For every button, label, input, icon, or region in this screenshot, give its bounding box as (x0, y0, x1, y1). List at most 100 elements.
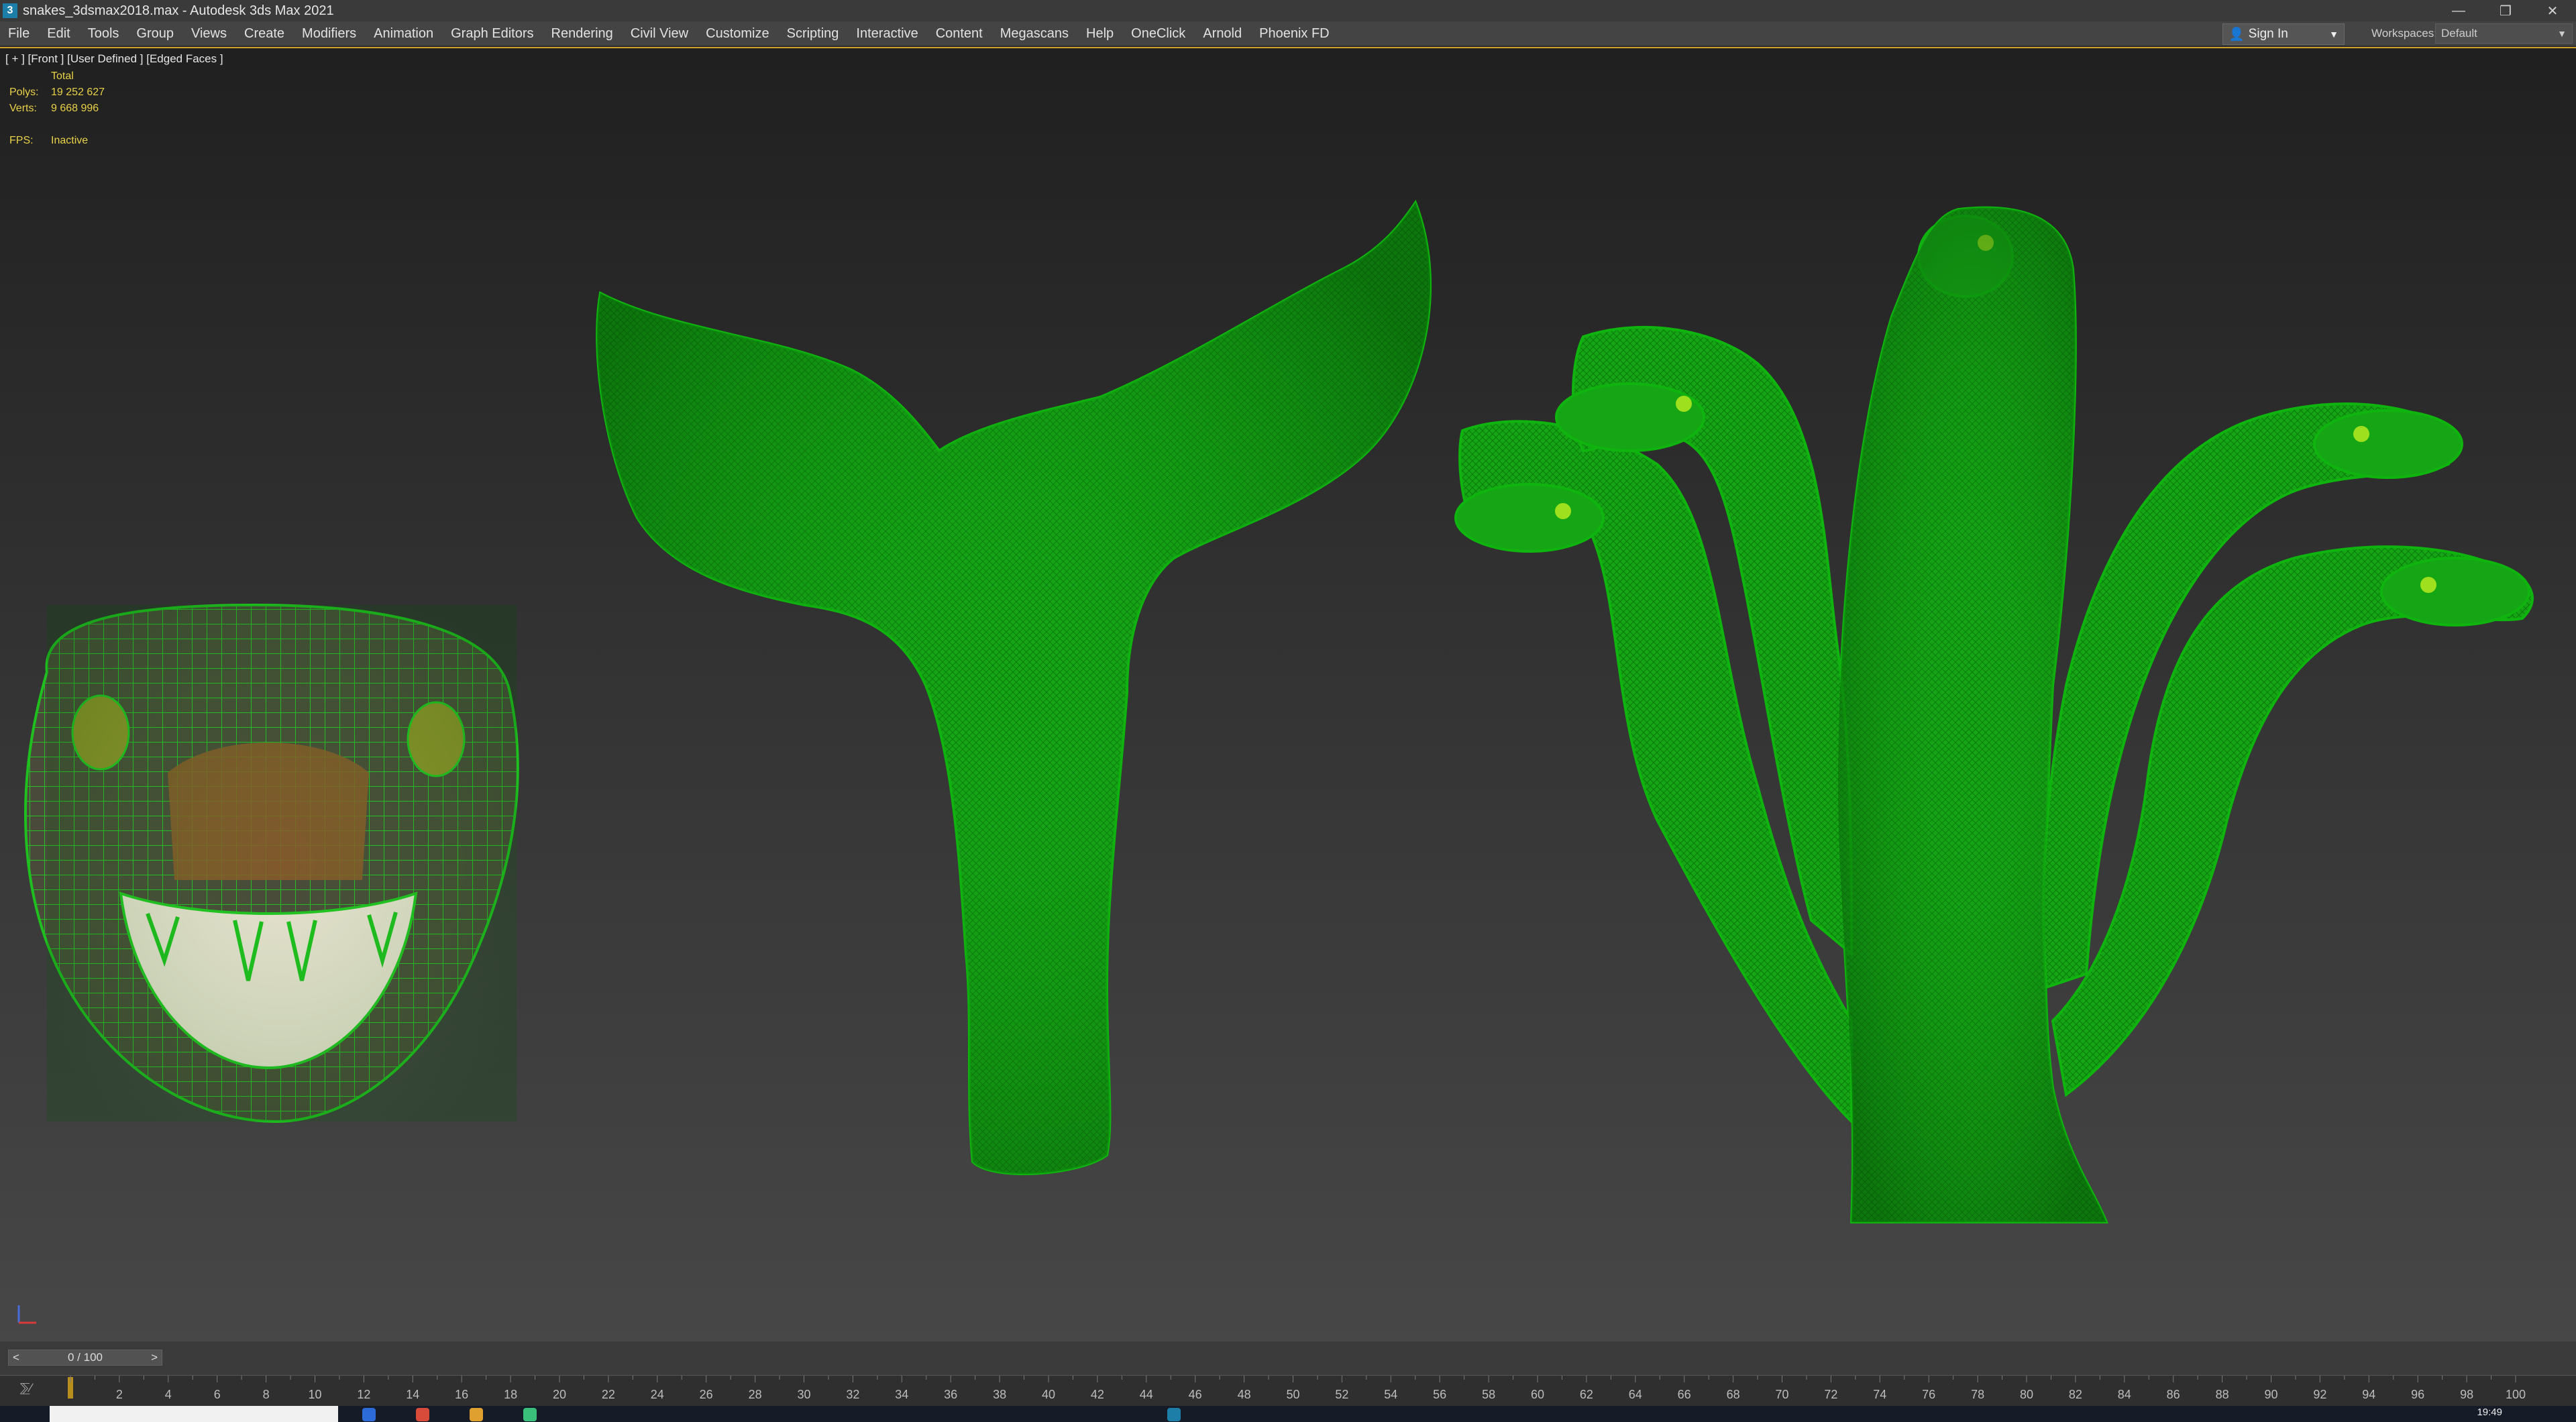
timeline-tick-label: 4 (165, 1388, 172, 1401)
close-button[interactable]: ✕ (2529, 0, 2576, 21)
menu-help[interactable]: Help (1078, 26, 1123, 42)
timeline-tick-label: 60 (1531, 1388, 1544, 1401)
timeline-tick-label: 78 (1971, 1388, 1984, 1401)
timeline-ruler[interactable]: ⅀∕ 2 4 6 8 10 12 14 16 18 20 22 24 26 28 30 32 34 36 38 40 4… (0, 1375, 2576, 1407)
menu-edit[interactable]: Edit (39, 26, 79, 42)
menu-megascans[interactable]: Megascans (992, 26, 1078, 42)
snake-head-4 (2313, 409, 2463, 479)
taskbar-app-icon[interactable] (523, 1408, 537, 1421)
menu-phoenix-fd[interactable]: Phoenix FD (1251, 26, 1339, 42)
menu-create[interactable]: Create (236, 26, 294, 42)
timeline-ticks: 2 4 6 8 10 12 14 16 18 20 22 24 26 28 30 32 34 36 38 40 42 44… (70, 1376, 2526, 1401)
timeline-tick-label: 14 (406, 1388, 419, 1401)
window-title: snakes_3dsmax2018.max - Autodesk 3ds Max… (23, 3, 334, 18)
viewport-label[interactable]: [ + ] [Front ] [User Defined ] [Edged Fa… (5, 52, 223, 66)
restore-button[interactable]: ❐ (2482, 0, 2529, 21)
menu-group[interactable]: Group (128, 26, 183, 42)
timeline-tick-label: 20 (553, 1388, 566, 1401)
menu-civil-view[interactable]: Civil View (623, 26, 698, 42)
taskbar-search-input[interactable] (50, 1406, 338, 1422)
stats-verts: Verts: 9 668 996 (9, 101, 105, 117)
menu-content[interactable]: Content (928, 26, 992, 42)
timeline-tick-label: 58 (1482, 1388, 1495, 1401)
timeline-tick-label: 36 (944, 1388, 957, 1401)
timeline-tick-label: 84 (2118, 1388, 2131, 1401)
menu-views[interactable]: Views (183, 26, 236, 42)
menu-graph-editors[interactable]: Graph Editors (443, 26, 543, 42)
front-viewport[interactable]: [ + ] [Front ] [User Defined ] [Edged Fa… (0, 47, 2576, 1342)
menu-modifiers[interactable]: Modifiers (294, 26, 366, 42)
timeline-tick-label: 62 (1580, 1388, 1593, 1401)
timeline-tick-label: 26 (700, 1388, 713, 1401)
timeline-tick-label: 22 (602, 1388, 615, 1401)
app-icon: 3 (3, 3, 17, 18)
timeline-tick-label: 12 (357, 1388, 370, 1401)
sign-in-dropdown[interactable]: 👤 Sign In ▼ (2222, 23, 2345, 45)
menu-animation[interactable]: Animation (366, 26, 443, 42)
workspace-select[interactable]: Default ▼ (2435, 23, 2573, 44)
taskbar-app-icon[interactable] (470, 1408, 483, 1421)
timeline-tick-label: 88 (2216, 1388, 2229, 1401)
workspaces-label: Workspaces: (2371, 27, 2437, 40)
timeline-tick-label: 80 (2020, 1388, 2033, 1401)
stats-polys: Polys: 19 252 627 (9, 85, 105, 101)
statistics-overlay: Total Polys: 19 252 627 Verts: 9 668 996… (9, 68, 105, 149)
menu-interactive[interactable]: Interactive (848, 26, 927, 42)
stats-header: Total (51, 70, 74, 82)
chevron-down-icon: ▼ (2329, 29, 2339, 40)
snake-head-1 (1454, 483, 1605, 553)
fps-value: Inactive (51, 135, 89, 146)
timeline-tick-label: 34 (895, 1388, 908, 1401)
taskbar-clock: 19:49 (2477, 1407, 2502, 1418)
user-icon: 👤 (2229, 28, 2245, 42)
menu-file[interactable]: File (0, 26, 39, 42)
timeline-tick-label: 48 (1238, 1388, 1251, 1401)
five-headed-snake-model[interactable] (1454, 206, 2534, 1223)
time-slider[interactable]: < 0 / 100 > (8, 1350, 162, 1366)
taskbar-app-icon[interactable] (416, 1408, 429, 1421)
menu-customize[interactable]: Customize (698, 26, 778, 42)
timeline-tick-label: 2 (116, 1388, 123, 1401)
menu-arnold[interactable]: Arnold (1195, 26, 1251, 42)
snake-head-model[interactable] (24, 603, 519, 1124)
timeline-tick-label: 16 (455, 1388, 468, 1401)
stats-fps: FPS: Inactive (9, 133, 105, 149)
menu-tools[interactable]: Tools (80, 26, 129, 42)
chevron-down-icon: ▼ (2557, 28, 2567, 39)
timeline-tick-label: 68 (1727, 1388, 1740, 1401)
timeline-tick-label: 44 (1140, 1388, 1153, 1401)
timeline-tick-label: 70 (1775, 1388, 1788, 1401)
menu-scripting[interactable]: Scripting (779, 26, 849, 42)
snake-head-5 (2380, 557, 2530, 626)
taskbar-app-icon[interactable] (362, 1408, 376, 1421)
timeline-tick-label: 98 (2460, 1388, 2473, 1401)
os-taskbar: 19:49 (0, 1406, 2576, 1422)
timeline-tick-label: 66 (1678, 1388, 1691, 1401)
taskbar-3dsmax-icon[interactable] (1167, 1408, 1181, 1421)
timeline-tick-label: 86 (2167, 1388, 2180, 1401)
axis-gizmo-icon (17, 1305, 36, 1324)
timeline-tick-label: 24 (651, 1388, 664, 1401)
verts-label: Verts: (9, 103, 37, 114)
menu-rendering[interactable]: Rendering (543, 26, 623, 42)
menu-bar: File Edit Tools Group Views Create Modif… (0, 21, 2576, 46)
timeline-tick-label: 28 (749, 1388, 762, 1401)
next-frame-button[interactable]: > (147, 1351, 162, 1364)
menu-oneclick[interactable]: OneClick (1123, 26, 1195, 42)
minimize-button[interactable]: — (2435, 0, 2482, 21)
verts-value: 9 668 996 (51, 103, 99, 114)
polys-label: Polys: (9, 87, 39, 98)
prev-frame-button[interactable]: < (9, 1351, 23, 1364)
timeline-tick-label: 96 (2411, 1388, 2424, 1401)
polys-value: 19 252 627 (51, 87, 105, 98)
window-controls: — ❐ ✕ (2435, 0, 2576, 21)
winged-model[interactable] (596, 199, 1432, 1176)
time-slider-bar: < 0 / 100 > (0, 1342, 2576, 1375)
timeline-tick-label: 50 (1286, 1388, 1299, 1401)
timeline-tick-label: 6 (214, 1388, 221, 1401)
timeline-tick-label: 8 (263, 1388, 270, 1401)
timeline-tick-label: 18 (504, 1388, 517, 1401)
timeline-tick-label: 38 (993, 1388, 1006, 1401)
scene-canvas[interactable] (0, 48, 2576, 1340)
timeline-tick-label: 52 (1335, 1388, 1348, 1401)
